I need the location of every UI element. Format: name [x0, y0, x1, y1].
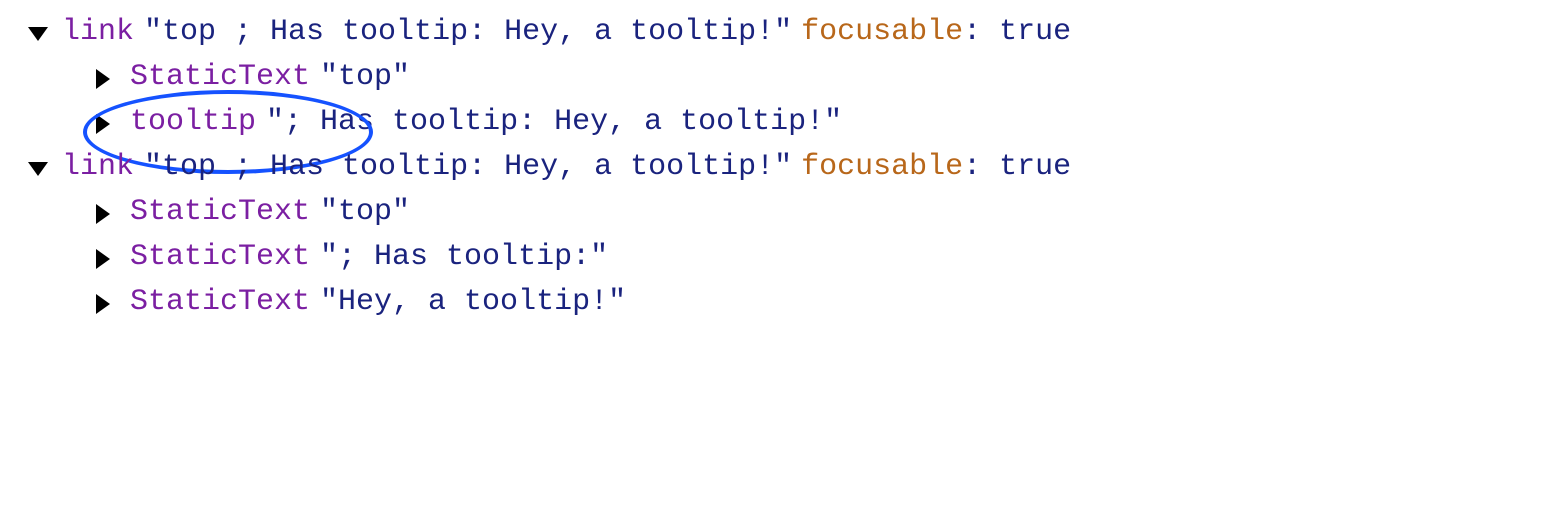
chevron-down-icon[interactable] — [28, 27, 48, 41]
node-role: StaticText — [130, 235, 310, 280]
node-name: "top ; Has tooltip: Hey, a tooltip!" — [144, 145, 792, 190]
chevron-right-icon[interactable] — [96, 69, 110, 89]
accessibility-tree: link"top ; Has tooltip: Hey, a tooltip!"… — [20, 10, 1534, 325]
node-attr-value: : true — [963, 10, 1071, 55]
node-role: StaticText — [130, 280, 310, 325]
node-name: "top" — [320, 190, 410, 235]
node-name: "Hey, a tooltip!" — [320, 280, 626, 325]
tree-row[interactable]: StaticText"top" — [20, 55, 1534, 100]
node-role: link — [62, 10, 134, 55]
chevron-right-icon[interactable] — [96, 249, 110, 269]
tree-row[interactable]: tooltip"; Has tooltip: Hey, a tooltip!" — [20, 100, 1534, 145]
tree-row[interactable]: StaticText"; Has tooltip:" — [20, 235, 1534, 280]
node-role: tooltip — [130, 100, 256, 145]
node-name: "top ; Has tooltip: Hey, a tooltip!" — [144, 10, 792, 55]
chevron-right-icon[interactable] — [96, 114, 110, 134]
tree-row[interactable]: StaticText"Hey, a tooltip!" — [20, 280, 1534, 325]
chevron-down-icon[interactable] — [28, 162, 48, 176]
tree-row[interactable]: StaticText"top" — [20, 190, 1534, 235]
node-name: "; Has tooltip: Hey, a tooltip!" — [266, 100, 842, 145]
chevron-right-icon[interactable] — [96, 204, 110, 224]
chevron-right-icon[interactable] — [96, 294, 110, 314]
node-name: "; Has tooltip:" — [320, 235, 608, 280]
tree-row[interactable]: link"top ; Has tooltip: Hey, a tooltip!"… — [20, 10, 1534, 55]
node-role: link — [62, 145, 134, 190]
node-role: StaticText — [130, 55, 310, 100]
node-attr-key: focusable — [801, 145, 963, 190]
node-role: StaticText — [130, 190, 310, 235]
node-attr-key: focusable — [801, 10, 963, 55]
node-attr-value: : true — [963, 145, 1071, 190]
tree-row[interactable]: link"top ; Has tooltip: Hey, a tooltip!"… — [20, 145, 1534, 190]
node-name: "top" — [320, 55, 410, 100]
